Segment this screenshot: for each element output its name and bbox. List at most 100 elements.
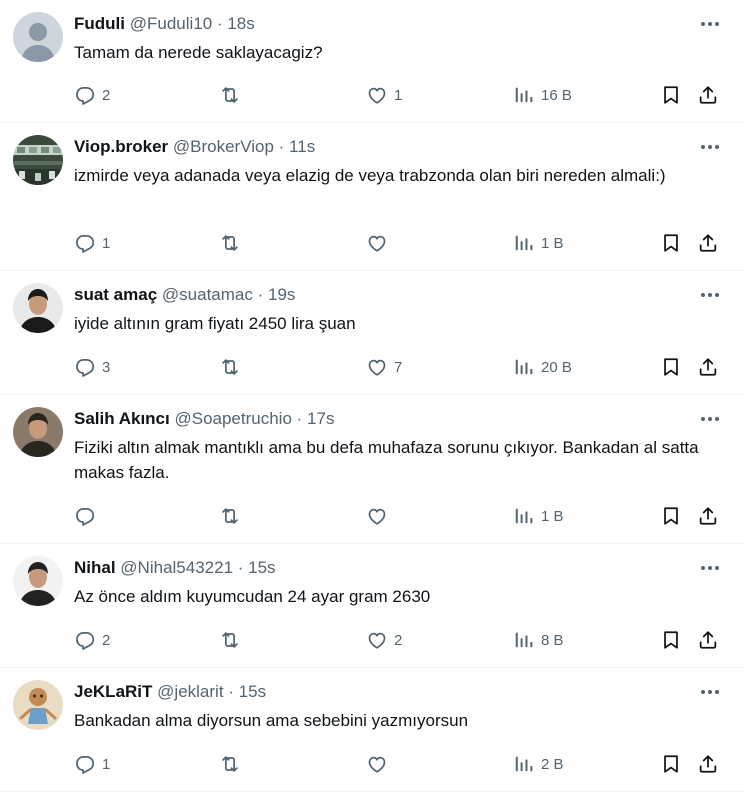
retweet-button[interactable]: [219, 504, 247, 528]
separator-dot: ·: [212, 14, 228, 33]
bookmark-button[interactable]: [660, 504, 682, 528]
views-count: 1 B: [541, 507, 564, 525]
tweet[interactable]: Fuduli @Fuduli10 · 18s Tamam da nerede sa…: [0, 0, 744, 123]
timestamp[interactable]: 19s: [268, 285, 295, 304]
like-button[interactable]: 2: [366, 628, 402, 652]
bookmark-button[interactable]: [660, 752, 682, 776]
display-name[interactable]: Viop.broker: [74, 137, 168, 156]
avatar[interactable]: [13, 283, 63, 333]
tweet-text: izmirde veya adanada veya elazig de veya…: [74, 166, 666, 185]
retweet-icon: [219, 629, 241, 651]
display-name[interactable]: JeKLaRiT: [74, 682, 152, 701]
views-button[interactable]: 1 B: [513, 504, 564, 528]
reply-count: 2: [102, 86, 111, 104]
views-button[interactable]: 16 B: [513, 83, 572, 107]
retweet-button[interactable]: [219, 628, 247, 652]
like-button[interactable]: 1: [366, 83, 402, 107]
like-button[interactable]: 7: [366, 355, 402, 379]
action-bar: 1 B: [0, 504, 744, 528]
share-icon: [697, 505, 719, 527]
like-icon: [366, 84, 388, 106]
reply-button[interactable]: 3: [74, 355, 110, 379]
like-count: 2: [394, 631, 403, 649]
tweet-header: Nihal @Nihal543221 · 15s: [74, 557, 684, 579]
share-icon: [697, 356, 719, 378]
reply-count: 2: [102, 631, 111, 649]
like-count: 7: [394, 358, 403, 376]
tweet[interactable]: Salih Akıncı @Soapetruchio · 17s Fiziki a…: [0, 395, 744, 544]
more-icon[interactable]: [698, 16, 722, 32]
like-button[interactable]: [366, 504, 394, 528]
tweet-header: JeKLaRiT @jeklarit · 15s: [74, 681, 684, 703]
reply-button[interactable]: 2: [74, 628, 110, 652]
timestamp[interactable]: 11s: [289, 137, 315, 156]
share-icon: [697, 84, 719, 106]
user-handle[interactable]: @Fuduli10: [130, 14, 212, 33]
more-icon[interactable]: [698, 560, 722, 576]
tweet[interactable]: Nihal @Nihal543221 · 15s Az önce aldım ku…: [0, 544, 744, 668]
user-handle[interactable]: @jeklarit: [157, 682, 223, 701]
bookmark-button[interactable]: [660, 628, 682, 652]
display-name[interactable]: Nihal: [74, 558, 116, 577]
views-button[interactable]: 2 B: [513, 752, 564, 776]
avatar[interactable]: [13, 407, 63, 457]
share-button[interactable]: [697, 752, 719, 776]
share-button[interactable]: [697, 504, 719, 528]
reply-icon: [74, 629, 96, 651]
retweet-button[interactable]: [219, 355, 247, 379]
like-button[interactable]: [366, 231, 394, 255]
retweet-button[interactable]: [219, 752, 247, 776]
share-button[interactable]: [697, 355, 719, 379]
tweet-text: Bankadan alma diyorsun ama sebebini yazm…: [74, 711, 469, 730]
more-icon[interactable]: [698, 411, 722, 427]
action-bar: 1 2 B: [0, 752, 744, 776]
display-name[interactable]: suat amaç: [74, 285, 157, 304]
views-button[interactable]: 20 B: [513, 355, 572, 379]
reply-button[interactable]: [74, 504, 102, 528]
avatar[interactable]: [13, 12, 63, 62]
reply-button[interactable]: 2: [74, 83, 110, 107]
views-count: 20 B: [541, 358, 572, 376]
more-icon[interactable]: [698, 287, 722, 303]
retweet-icon: [219, 505, 241, 527]
separator-dot: ·: [252, 285, 268, 304]
bookmark-button[interactable]: [660, 231, 682, 255]
like-button[interactable]: [366, 752, 394, 776]
views-button[interactable]: 8 B: [513, 628, 564, 652]
tweet[interactable]: Viop.broker @BrokerViop · 11s izmirde vey…: [0, 123, 744, 271]
action-bar: 2 1 16 B: [0, 83, 744, 107]
avatar[interactable]: [13, 680, 63, 730]
display-name[interactable]: Fuduli: [74, 14, 125, 33]
more-icon[interactable]: [698, 139, 722, 155]
share-button[interactable]: [697, 231, 719, 255]
retweet-icon: [219, 232, 241, 254]
display-name[interactable]: Salih Akıncı: [74, 409, 170, 428]
reply-button[interactable]: 1: [74, 752, 110, 776]
user-handle[interactable]: @Soapetruchio: [174, 409, 291, 428]
timestamp[interactable]: 15s: [248, 558, 275, 577]
like-icon: [366, 232, 388, 254]
avatar[interactable]: [13, 556, 63, 606]
reply-button[interactable]: 1: [74, 231, 110, 255]
user-handle[interactable]: @suatamac: [162, 285, 253, 304]
timestamp[interactable]: 18s: [227, 14, 254, 33]
bookmark-button[interactable]: [660, 355, 682, 379]
share-button[interactable]: [697, 83, 719, 107]
bookmark-button[interactable]: [660, 83, 682, 107]
more-icon[interactable]: [698, 684, 722, 700]
timestamp[interactable]: 17s: [307, 409, 334, 428]
retweet-button[interactable]: [219, 231, 247, 255]
tweet-text: Az önce aldım kuyumcudan 24 ayar gram 26…: [74, 587, 431, 606]
user-handle[interactable]: @Nihal543221: [120, 558, 233, 577]
tweet[interactable]: JeKLaRiT @jeklarit · 15s Bankadan alma di…: [0, 668, 744, 792]
share-button[interactable]: [697, 628, 719, 652]
reply-icon: [74, 505, 96, 527]
share-icon: [697, 629, 719, 651]
timestamp[interactable]: 15s: [239, 682, 266, 701]
retweet-button[interactable]: [219, 83, 247, 107]
tweet[interactable]: suat amaç @suatamac · 19s iyide altının g…: [0, 271, 744, 395]
user-handle[interactable]: @BrokerViop: [173, 137, 274, 156]
avatar[interactable]: [13, 135, 63, 185]
views-button[interactable]: 1 B: [513, 231, 564, 255]
separator-dot: ·: [273, 137, 290, 156]
